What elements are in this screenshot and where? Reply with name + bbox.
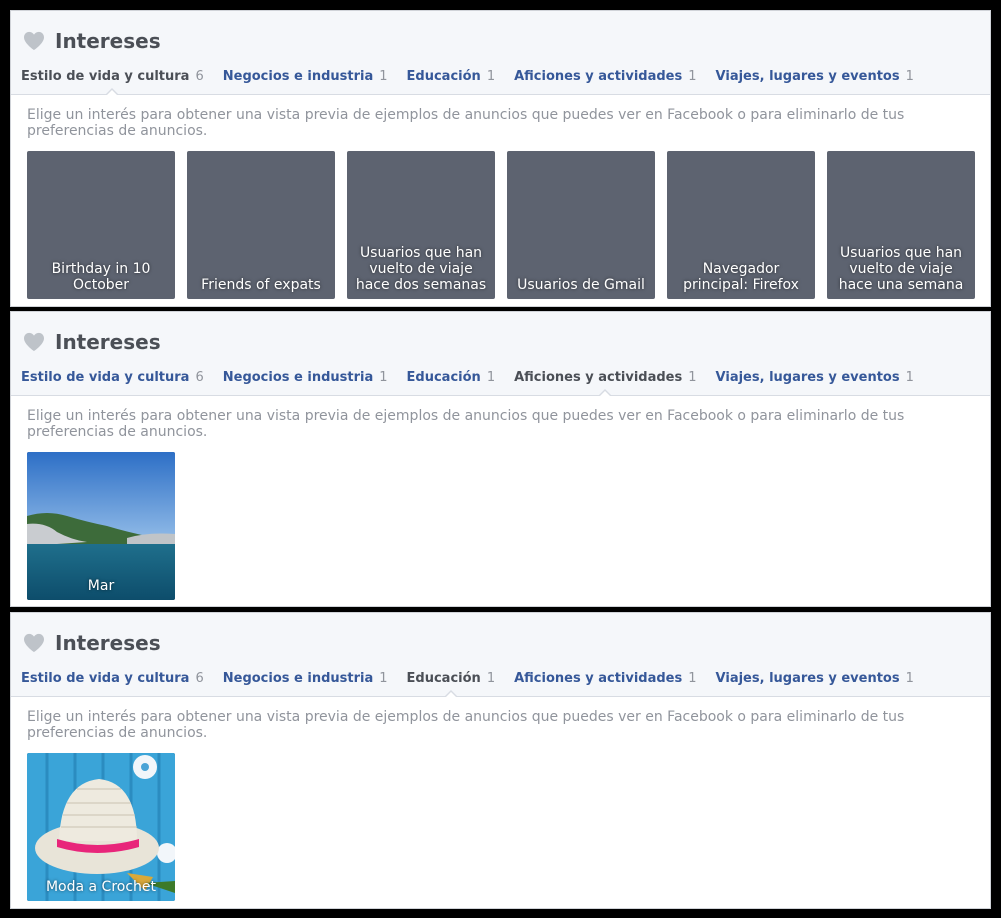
tab-label: Negocios e industria [222, 370, 374, 385]
heart-icon [23, 633, 45, 653]
tab-label: Negocios e industria [222, 671, 374, 686]
panel-header: Intereses Estilo de vida y cultura 6 Negoci… [11, 11, 990, 96]
tab-label: Estilo de vida y cultura [21, 69, 190, 84]
tab-label: Aficiones y actividades [514, 370, 683, 385]
interest-card[interactable]: Usuarios de Gmail [507, 151, 655, 299]
interests-panel: Intereses Estilo de vida y cultura 6 Negoci… [10, 311, 991, 607]
tab-count: 1 [905, 671, 914, 686]
tab-count: 1 [379, 671, 388, 686]
tab-category[interactable]: Educación 1 [407, 671, 496, 686]
tab-category[interactable]: Educación 1 [407, 69, 496, 84]
title-row: Intereses [23, 631, 161, 655]
tab-category[interactable]: Educación 1 [407, 370, 496, 385]
title-row: Intereses [23, 330, 161, 354]
interest-card[interactable]: Mar [27, 452, 175, 600]
interests-panel: Intereses Estilo de vida y cultura 6 Negoci… [10, 10, 991, 307]
tab-category[interactable]: Viajes, lugares y eventos 1 [716, 69, 914, 84]
tab-count: 1 [379, 69, 388, 84]
tab-category[interactable]: Negocios e industria 1 [223, 69, 388, 84]
tab-label: Educación [406, 671, 481, 686]
interest-card[interactable]: Usuarios que han vuelto de viaje hace un… [827, 151, 975, 299]
interest-category-tabs: Estilo de vida y cultura 6 Negocios e indu… [21, 69, 933, 84]
interest-card-label: Usuarios que han vuelto de viaje hace un… [838, 245, 964, 293]
tab-count: 1 [688, 69, 697, 84]
tab-label: Aficiones y actividades [514, 671, 683, 686]
interest-card[interactable]: Usuarios que han vuelto de viaje hace do… [347, 151, 495, 299]
heart-icon [23, 332, 45, 352]
title-row: Intereses [23, 29, 161, 53]
interest-card-label: Birthday in 10 October [51, 261, 151, 293]
tab-label: Aficiones y actividades [514, 69, 683, 84]
interest-cards: Moda a Crochet [27, 753, 187, 901]
panel-title: Intereses [55, 330, 161, 354]
interest-card[interactable]: Navegador principal: Firefox [667, 151, 815, 299]
tab-label: Viajes, lugares y eventos [715, 69, 900, 84]
interest-category-tabs: Estilo de vida y cultura 6 Negocios e indu… [21, 370, 933, 385]
tab-category[interactable]: Aficiones y actividades 1 [514, 69, 696, 84]
interest-card-label: Moda a Crochet [45, 879, 157, 895]
tab-count: 1 [379, 370, 388, 385]
panel-description: Elige un interés para obtener una vista … [27, 107, 905, 139]
tab-label: Educación [406, 370, 481, 385]
tab-count: 6 [195, 370, 204, 385]
tab-count: 1 [486, 69, 496, 84]
tab-category[interactable]: Negocios e industria 1 [223, 671, 388, 686]
panel-title: Intereses [55, 29, 161, 53]
interest-card[interactable]: Friends of expats [187, 151, 335, 299]
tab-count: 1 [688, 370, 697, 385]
tab-category[interactable]: Aficiones y actividades 1 [514, 671, 696, 686]
interest-card-label: Friends of expats [201, 277, 321, 293]
tab-category[interactable]: Estilo de vida y cultura 6 [21, 69, 204, 84]
interest-category-tabs: Estilo de vida y cultura 6 Negocios e indu… [21, 671, 933, 686]
tab-count: 6 [195, 69, 204, 84]
tab-category[interactable]: Viajes, lugares y eventos 1 [716, 671, 914, 686]
interest-cards: Birthday in 10 October Friends of expats U… [27, 151, 987, 299]
panel-description: Elige un interés para obtener una vista … [27, 709, 905, 741]
tab-count: 1 [905, 69, 914, 84]
interest-card-label: Mar [87, 578, 115, 594]
interest-card[interactable]: Moda a Crochet [27, 753, 175, 901]
tab-category[interactable]: Estilo de vida y cultura 6 [21, 671, 204, 686]
tab-label: Estilo de vida y cultura [21, 671, 190, 686]
tab-count: 1 [486, 370, 496, 385]
tab-count: 1 [905, 370, 914, 385]
tab-category[interactable]: Aficiones y actividades 1 [514, 370, 696, 385]
interest-card-label: Usuarios que han vuelto de viaje hace do… [355, 245, 487, 293]
panel-title: Intereses [55, 631, 161, 655]
tab-category[interactable]: Estilo de vida y cultura 6 [21, 370, 204, 385]
interest-card-label: Navegador principal: Firefox [683, 261, 799, 293]
panel-description: Elige un interés para obtener una vista … [27, 408, 905, 440]
interest-card[interactable]: Birthday in 10 October [27, 151, 175, 299]
panel-header: Intereses Estilo de vida y cultura 6 Negoci… [11, 312, 990, 397]
interests-panel: Intereses Estilo de vida y cultura 6 Negoci… [10, 612, 991, 909]
tab-count: 6 [195, 671, 204, 686]
tab-label: Negocios e industria [222, 69, 374, 84]
tab-label: Viajes, lugares y eventos [715, 370, 900, 385]
interest-card-label: Usuarios de Gmail [517, 277, 645, 293]
tab-label: Viajes, lugares y eventos [715, 671, 900, 686]
tab-count: 1 [486, 671, 496, 686]
tab-count: 1 [688, 671, 697, 686]
tab-category[interactable]: Negocios e industria 1 [223, 370, 388, 385]
panel-header: Intereses Estilo de vida y cultura 6 Negoci… [11, 613, 990, 698]
tab-label: Educación [406, 69, 481, 84]
interest-cards: Mar [27, 452, 187, 600]
tab-category[interactable]: Viajes, lugares y eventos 1 [716, 370, 914, 385]
heart-icon [23, 31, 45, 51]
tab-label: Estilo de vida y cultura [21, 370, 190, 385]
